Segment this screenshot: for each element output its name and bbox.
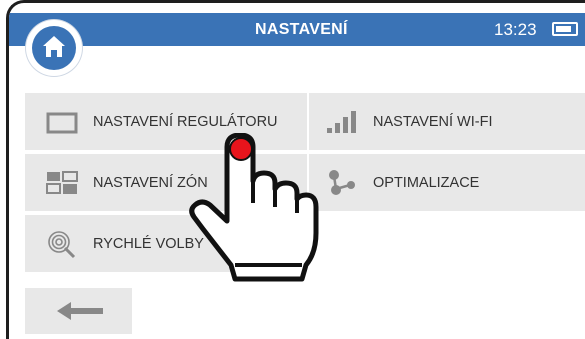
menu-item-optimalizace[interactable]: OPTIMALIZACE — [309, 154, 585, 211]
home-button-circle — [32, 26, 76, 70]
menu-item-label: OPTIMALIZACE — [373, 174, 480, 191]
signal-bars-icon — [327, 111, 356, 133]
monitor-icon — [46, 112, 78, 134]
molecule-icon — [329, 170, 355, 195]
zones-icon — [46, 171, 78, 194]
menu-item-label: RYCHLÉ VOLBY — [93, 235, 204, 252]
menu-item-nastaveni-wifi[interactable]: NASTAVENÍ WI-FI — [309, 93, 585, 150]
clock: 13:23 — [494, 20, 537, 39]
touch-point — [229, 137, 253, 161]
home-button[interactable] — [26, 20, 82, 76]
home-icon — [43, 36, 65, 57]
menu-item-label: NASTAVENÍ WI-FI — [373, 113, 493, 130]
battery-level — [556, 26, 571, 32]
battery-icon — [552, 22, 578, 36]
page-title: NASTAVENÍ — [255, 21, 348, 38]
pointing-hand-icon — [189, 133, 319, 282]
device-screen: NASTAVENÍ 13:23 NASTAVENÍ REGULÁTORU NAS… — [6, 0, 585, 339]
fingerprint-icon — [48, 231, 76, 259]
back-button[interactable] — [25, 288, 132, 334]
back-arrow-icon — [57, 302, 103, 320]
